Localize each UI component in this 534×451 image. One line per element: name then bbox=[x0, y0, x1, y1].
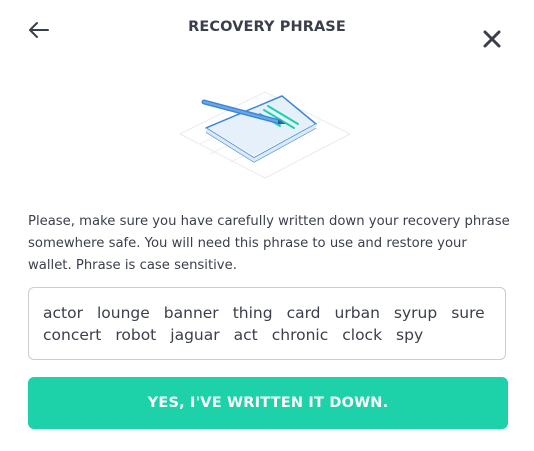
phrase-word: thing bbox=[232, 304, 273, 322]
phrase-word: urban bbox=[334, 304, 380, 322]
phrase-word: actor bbox=[43, 304, 83, 322]
phrase-word: robot bbox=[115, 326, 157, 344]
phrase-word: clock bbox=[342, 326, 383, 344]
phrase-word: spy bbox=[396, 326, 424, 344]
phrase-word: banner bbox=[163, 304, 219, 322]
notepad-pen-illustration bbox=[170, 82, 360, 188]
page-title: RECOVERY PHRASE bbox=[188, 19, 346, 35]
phrase-line: actor lounge banner thing card urban syr… bbox=[43, 302, 491, 324]
recovery-phrase-box: actor lounge banner thing card urban syr… bbox=[28, 287, 506, 360]
phrase-word: jaguar bbox=[170, 326, 220, 344]
phrase-word: chronic bbox=[271, 326, 329, 344]
phrase-word: concert bbox=[43, 326, 102, 344]
phrase-word: card bbox=[286, 304, 321, 322]
phrase-word: lounge bbox=[96, 304, 150, 322]
instructions-text: Please, make sure you have carefully wri… bbox=[28, 214, 510, 273]
close-icon bbox=[483, 30, 501, 48]
phrase-line: concert robot jaguar act chronic clock s… bbox=[43, 324, 491, 346]
confirm-written-button[interactable]: YES, I'VE WRITTEN IT DOWN. bbox=[28, 377, 508, 429]
phrase-word: act bbox=[233, 326, 258, 344]
phrase-word: sure bbox=[451, 304, 485, 322]
header: RECOVERY PHRASE bbox=[0, 0, 534, 60]
close-button[interactable] bbox=[480, 27, 504, 51]
phrase-word: syrup bbox=[393, 304, 438, 322]
